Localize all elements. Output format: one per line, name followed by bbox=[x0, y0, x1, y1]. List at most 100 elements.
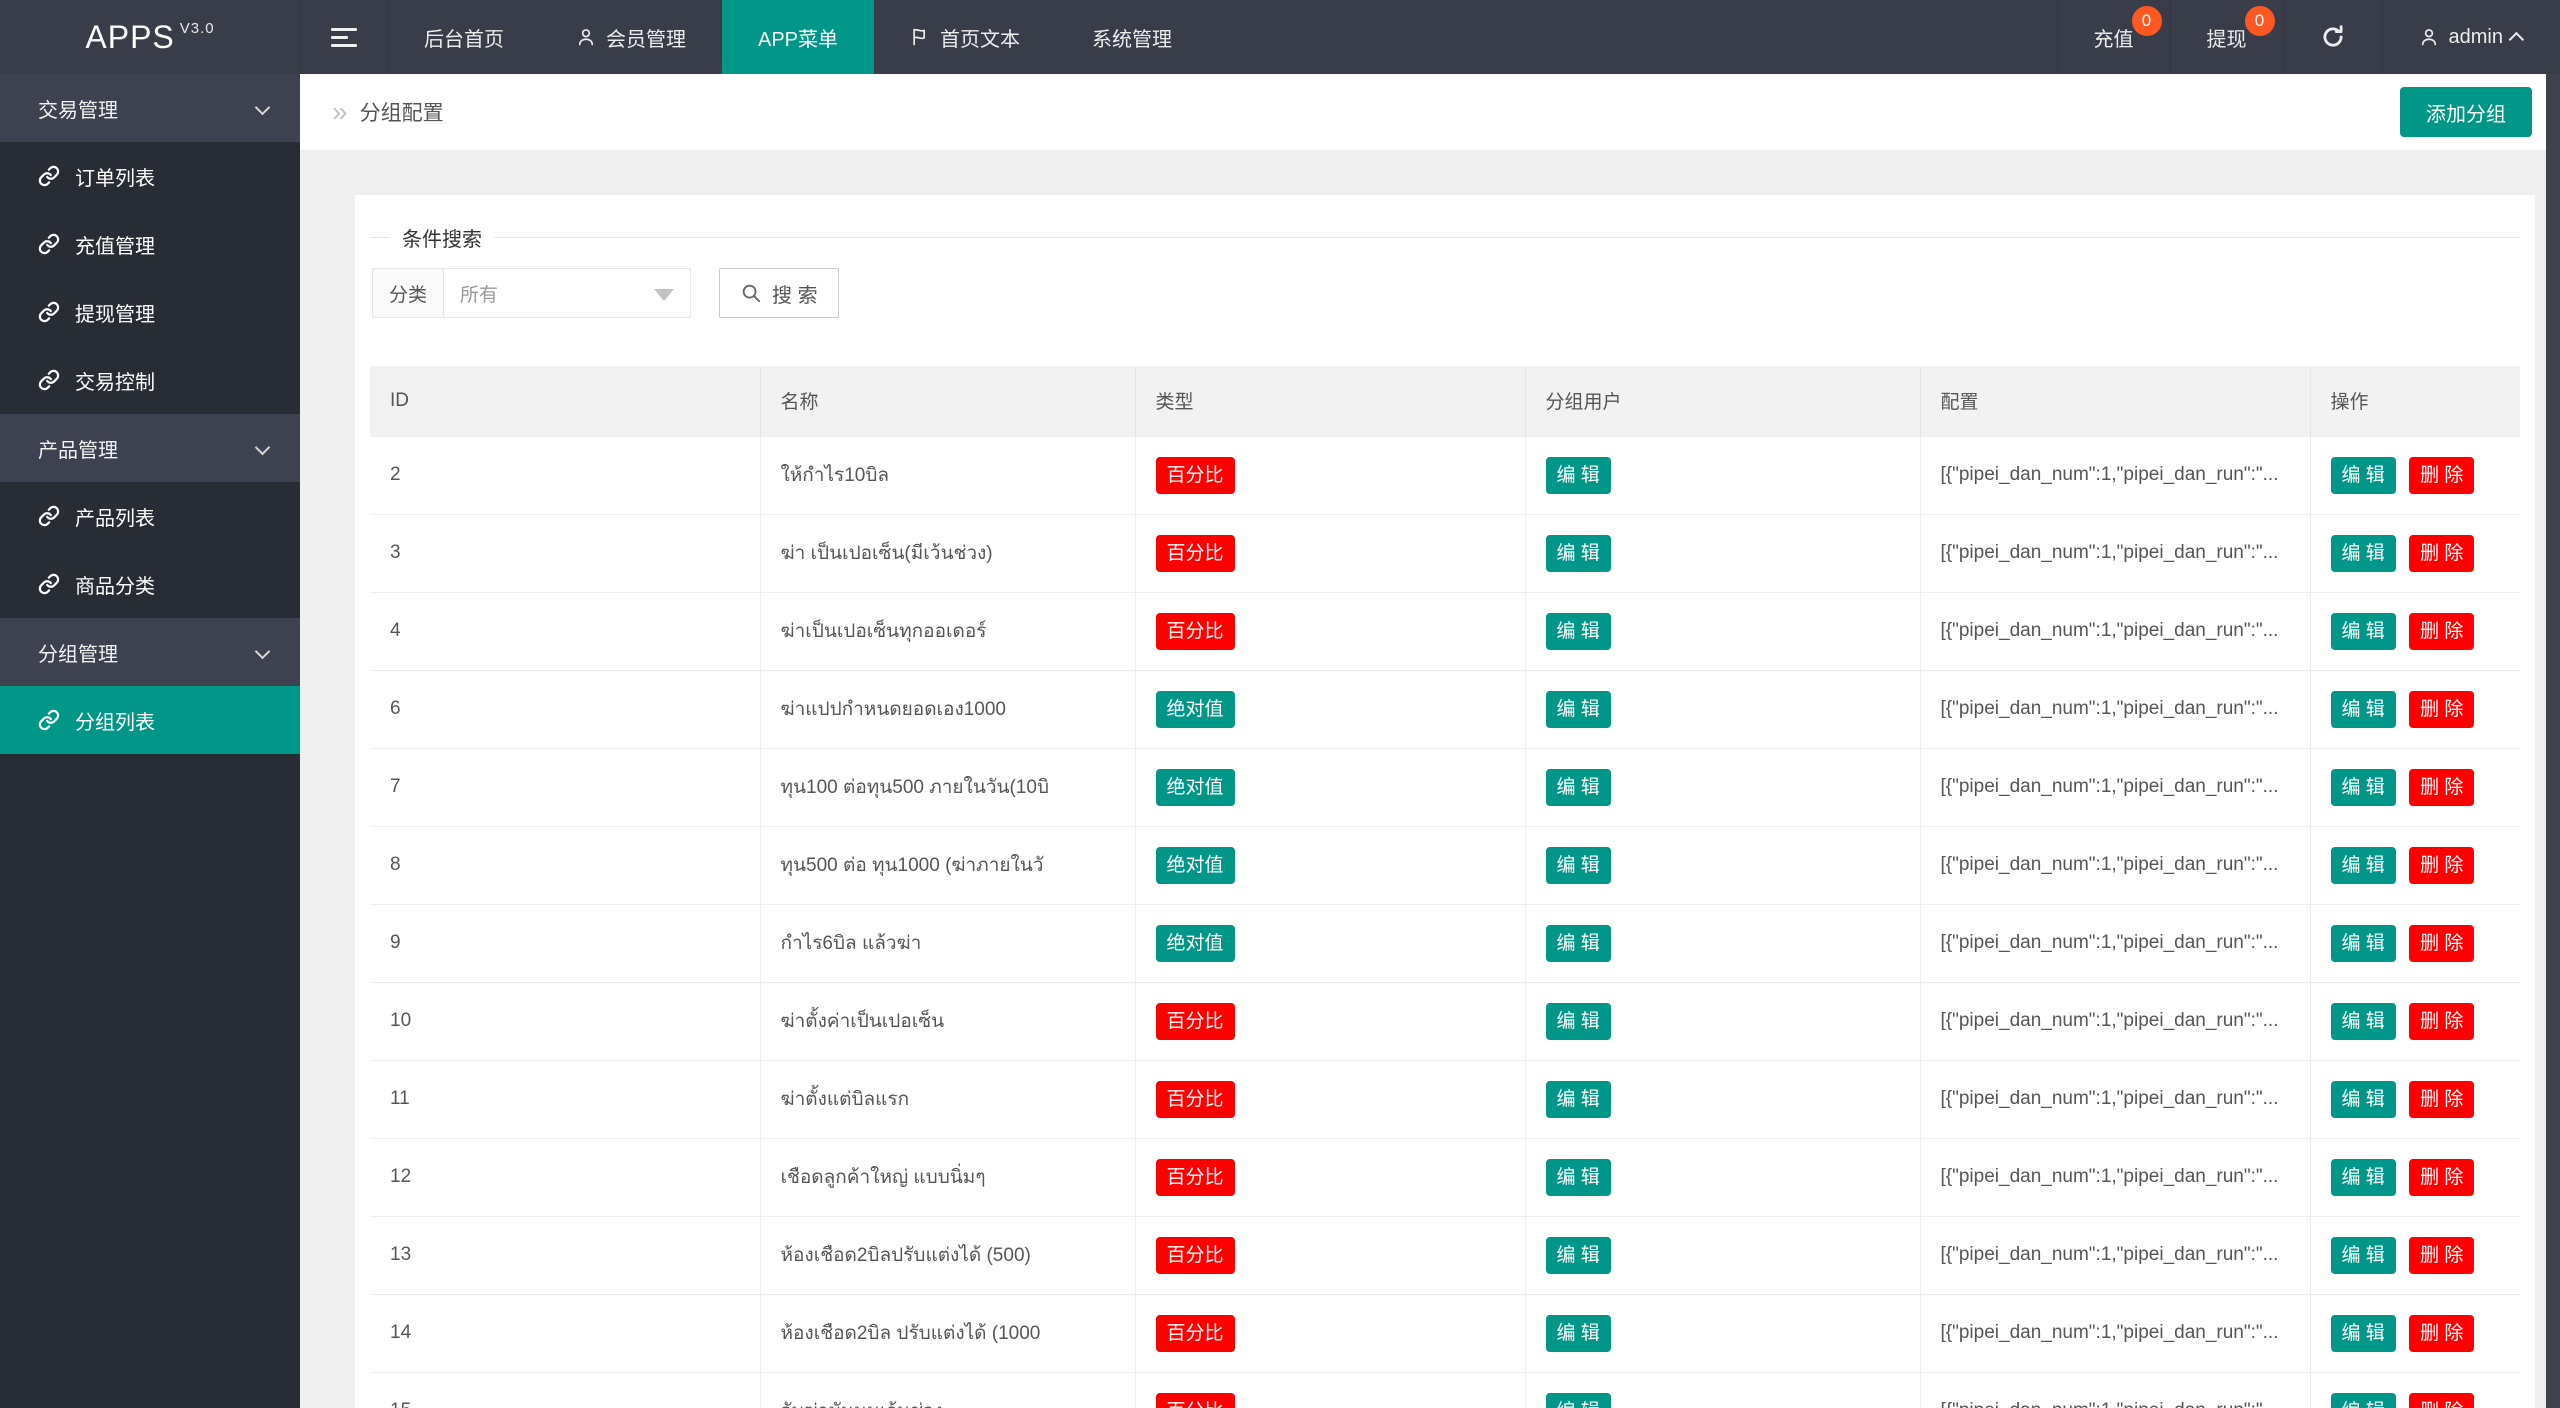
cell-name: ให้กำไร10บิล bbox=[760, 435, 1136, 514]
row-delete-button[interactable]: 删 除 bbox=[2409, 612, 2475, 650]
row-delete-button[interactable]: 删 除 bbox=[2409, 1158, 2475, 1196]
nav-item-dashboard[interactable]: 后台首页 bbox=[388, 0, 540, 74]
withdraw-notifications[interactable]: 提现 0 bbox=[2169, 0, 2283, 74]
nav-item-label: 会员管理 bbox=[606, 28, 686, 51]
config-text: [{"pipei_dan_num":1,"pipei_dan_run":"... bbox=[1940, 1322, 2279, 1343]
caret-down-icon bbox=[654, 289, 675, 301]
hamburger-icon bbox=[331, 27, 357, 47]
type-badge: 百分比 bbox=[1155, 1314, 1235, 1352]
row-edit-button[interactable]: 编 辑 bbox=[2330, 1080, 2396, 1118]
sidebar-item-product-category[interactable]: 商品分类 bbox=[0, 550, 300, 618]
main-area: » 分组配置 添加分组 条件搜索 分类 所有 搜 索 ID 名称 类型 分组用户… bbox=[300, 74, 2546, 1408]
chevron-up-icon bbox=[2508, 31, 2525, 47]
type-badge: 百分比 bbox=[1155, 1158, 1235, 1196]
category-selected-value: 所有 bbox=[460, 284, 499, 306]
nav-item-home-text[interactable]: 首页文本 bbox=[874, 0, 1056, 74]
cell-id: 8 bbox=[370, 825, 761, 904]
col-header-type: 类型 bbox=[1135, 366, 1526, 436]
row-edit-button[interactable]: 编 辑 bbox=[2330, 846, 2396, 884]
group-user-edit-button[interactable]: 编 辑 bbox=[1545, 612, 1611, 650]
nav-item-members[interactable]: 会员管理 bbox=[540, 0, 722, 74]
refresh-icon bbox=[2322, 25, 2343, 47]
row-delete-button[interactable]: 删 除 bbox=[2409, 924, 2475, 962]
group-user-edit-button[interactable]: 编 辑 bbox=[1545, 1080, 1611, 1118]
row-delete-button[interactable]: 删 除 bbox=[2409, 690, 2475, 728]
sidebar-section-group[interactable]: 分组管理 bbox=[0, 618, 300, 686]
group-user-edit-button[interactable]: 编 辑 bbox=[1545, 1392, 1611, 1408]
group-user-edit-button[interactable]: 编 辑 bbox=[1545, 1236, 1611, 1274]
search-form-row: 分类 所有 搜 索 bbox=[372, 268, 2520, 318]
sidebar-item-product-list[interactable]: 产品列表 bbox=[0, 482, 300, 550]
config-text: [{"pipei_dan_num":1,"pipei_dan_run":"... bbox=[1940, 698, 2279, 719]
user-icon bbox=[2421, 29, 2436, 46]
group-user-edit-button[interactable]: 编 辑 bbox=[1545, 768, 1611, 806]
row-delete-button[interactable]: 删 除 bbox=[2409, 846, 2475, 884]
collapse-menu-button[interactable] bbox=[300, 0, 388, 74]
add-group-button[interactable]: 添加分组 bbox=[2400, 87, 2532, 137]
type-badge: 百分比 bbox=[1155, 1392, 1235, 1408]
row-delete-button[interactable]: 删 除 bbox=[2409, 1002, 2475, 1040]
group-user-edit-button[interactable]: 编 辑 bbox=[1545, 846, 1611, 884]
nav-item-system[interactable]: 系统管理 bbox=[1056, 0, 1208, 74]
cell-id: 2 bbox=[370, 435, 761, 514]
type-badge: 绝对值 bbox=[1155, 768, 1235, 806]
config-text: [{"pipei_dan_num":1,"pipei_dan_run":"... bbox=[1940, 620, 2279, 641]
sidebar-item-trade-control[interactable]: 交易控制 bbox=[0, 346, 300, 414]
config-text: [{"pipei_dan_num":1,"pipei_dan_run":"... bbox=[1940, 776, 2279, 797]
sidebar-item-recharge-mgmt[interactable]: 充值管理 bbox=[0, 210, 300, 278]
row-delete-button[interactable]: 删 除 bbox=[2409, 1314, 2475, 1352]
row-delete-button[interactable]: 删 除 bbox=[2409, 1080, 2475, 1118]
group-user-edit-button[interactable]: 编 辑 bbox=[1545, 924, 1611, 962]
row-edit-button[interactable]: 编 辑 bbox=[2330, 534, 2396, 572]
row-edit-button[interactable]: 编 辑 bbox=[2330, 612, 2396, 650]
row-delete-button[interactable]: 删 除 bbox=[2409, 534, 2475, 572]
app-logo: APPS V3.0 bbox=[0, 0, 300, 74]
row-edit-button[interactable]: 编 辑 bbox=[2330, 456, 2396, 494]
row-delete-button[interactable]: 删 除 bbox=[2409, 1392, 2475, 1408]
search-button[interactable]: 搜 索 bbox=[719, 268, 839, 318]
row-edit-button[interactable]: 编 辑 bbox=[2330, 768, 2396, 806]
cell-name: จับฆ่ามันนนเว้นช่วง bbox=[760, 1371, 1136, 1408]
row-edit-button[interactable]: 编 辑 bbox=[2330, 1158, 2396, 1196]
row-delete-button[interactable]: 删 除 bbox=[2409, 768, 2475, 806]
search-fieldset: 条件搜索 分类 所有 搜 索 bbox=[370, 223, 2520, 318]
group-user-edit-button[interactable]: 编 辑 bbox=[1545, 690, 1611, 728]
app-logo-version: V3.0 bbox=[179, 19, 215, 37]
top-navbar: APPS V3.0 后台首页 会员管理 APP菜单 首页文本 系统管理 充值 0… bbox=[0, 0, 2560, 74]
row-delete-button[interactable]: 删 除 bbox=[2409, 1236, 2475, 1274]
row-edit-button[interactable]: 编 辑 bbox=[2330, 690, 2396, 728]
col-header-group-user: 分组用户 bbox=[1525, 366, 1921, 436]
type-badge: 百分比 bbox=[1155, 1236, 1235, 1274]
sidebar-item-group-list[interactable]: 分组列表 bbox=[0, 686, 300, 754]
config-text: [{"pipei_dan_num":1,"pipei_dan_run":"... bbox=[1940, 1010, 2279, 1031]
nav-item-label: 系统管理 bbox=[1092, 28, 1173, 51]
row-edit-button[interactable]: 编 辑 bbox=[2330, 1236, 2396, 1274]
sidebar-section-product[interactable]: 产品管理 bbox=[0, 414, 300, 482]
row-edit-button[interactable]: 编 辑 bbox=[2330, 924, 2396, 962]
group-user-edit-button[interactable]: 编 辑 bbox=[1545, 456, 1611, 494]
sidebar-item-withdraw-mgmt[interactable]: 提现管理 bbox=[0, 278, 300, 346]
row-edit-button[interactable]: 编 辑 bbox=[2330, 1002, 2396, 1040]
config-text: [{"pipei_dan_num":1,"pipei_dan_run":"... bbox=[1940, 1244, 2279, 1265]
group-user-edit-button[interactable]: 编 辑 bbox=[1545, 1314, 1611, 1352]
nav-item-label: 首页文本 bbox=[940, 28, 1021, 51]
user-menu[interactable]: admin bbox=[2381, 0, 2560, 74]
recharge-notifications[interactable]: 充值 0 bbox=[2056, 0, 2170, 74]
sidebar-item-order-list[interactable]: 订单列表 bbox=[0, 142, 300, 210]
row-edit-button[interactable]: 编 辑 bbox=[2330, 1392, 2396, 1408]
link-icon bbox=[38, 301, 60, 323]
row-delete-button[interactable]: 删 除 bbox=[2409, 456, 2475, 494]
category-select[interactable]: 所有 bbox=[443, 268, 692, 318]
type-badge: 百分比 bbox=[1155, 534, 1235, 572]
row-edit-button[interactable]: 编 辑 bbox=[2330, 1314, 2396, 1352]
link-icon bbox=[38, 505, 60, 527]
table-row: 3 ฆ่า เป็นเปอเซ็น(มีเว้นช่วง) 百分比 编 辑 [{… bbox=[370, 513, 2520, 592]
group-user-edit-button[interactable]: 编 辑 bbox=[1545, 1158, 1611, 1196]
page-scrollbar[interactable] bbox=[2546, 74, 2560, 1408]
group-user-edit-button[interactable]: 编 辑 bbox=[1545, 1002, 1611, 1040]
sidebar-section-trade[interactable]: 交易管理 bbox=[0, 74, 300, 142]
nav-item-app-menu[interactable]: APP菜单 bbox=[722, 0, 875, 74]
sidebar-item-label: 商品分类 bbox=[75, 575, 155, 598]
refresh-button[interactable] bbox=[2282, 0, 2382, 74]
group-user-edit-button[interactable]: 编 辑 bbox=[1545, 534, 1611, 572]
